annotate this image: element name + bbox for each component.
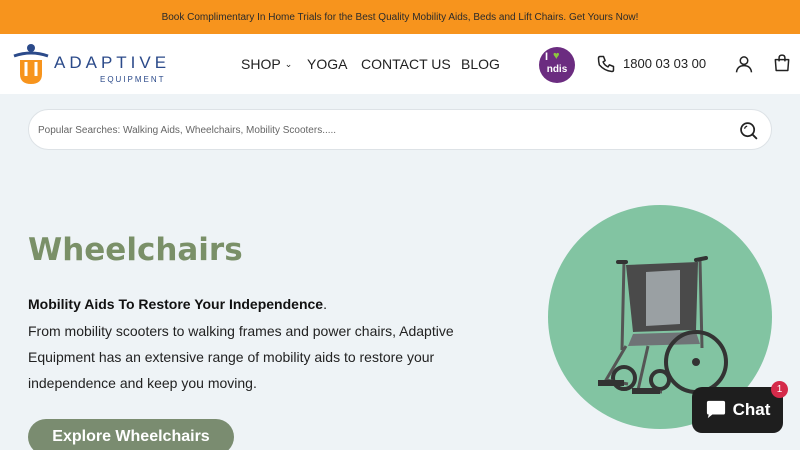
- nav-yoga[interactable]: YOGA: [307, 56, 347, 72]
- account-icon[interactable]: [734, 54, 754, 74]
- nav-contact-us[interactable]: CONTACT US: [361, 56, 451, 72]
- explore-wheelchairs-button[interactable]: Explore Wheelchairs: [28, 419, 234, 450]
- logo-subtitle: EQUIPMENT: [100, 75, 166, 84]
- search-icon[interactable]: [738, 120, 759, 141]
- nav-blog-label: BLOG: [461, 56, 500, 72]
- search-input[interactable]: [38, 120, 718, 140]
- hero-lead-bold: Mobility Aids To Restore Your Independen…: [28, 296, 324, 312]
- wheelchair-icon: [598, 256, 728, 394]
- logo-icon: [13, 44, 49, 84]
- nav-contact-label: CONTACT US: [361, 56, 451, 72]
- nav-blog[interactable]: BLOG: [461, 56, 500, 72]
- logo-wordmark: ADAPTIVE: [54, 53, 171, 72]
- logo[interactable]: ADAPTIVE EQUIPMENT: [12, 42, 192, 88]
- hero-lead: Mobility Aids To Restore Your Independen…: [28, 296, 327, 312]
- nav-shop[interactable]: SHOP ⌄: [241, 56, 292, 72]
- site-header: ADAPTIVE EQUIPMENT SHOP ⌄ YOGA CONTACT U…: [0, 34, 800, 94]
- chat-icon: [706, 400, 725, 419]
- phone-number[interactable]: 1800 03 03 00: [623, 56, 706, 71]
- phone-icon[interactable]: [596, 54, 616, 74]
- heart-icon: ♥: [553, 50, 560, 62]
- hero-description: From mobility scooters to walking frames…: [28, 323, 454, 391]
- nav-yoga-label: YOGA: [307, 56, 348, 72]
- chat-label: Chat: [732, 400, 771, 419]
- chat-button[interactable]: Chat: [692, 387, 783, 433]
- promo-text[interactable]: Book Complimentary In Home Trials for th…: [162, 12, 639, 23]
- promo-bar[interactable]: Book Complimentary In Home Trials for th…: [0, 0, 800, 34]
- ndis-badge[interactable]: I ♥ ndis: [539, 47, 575, 83]
- cart-icon[interactable]: [772, 53, 792, 73]
- ndis-text: ndis: [546, 64, 568, 75]
- hero-lead-end: .: [323, 296, 327, 312]
- search-bar[interactable]: [28, 109, 772, 150]
- nav-shop-label: SHOP: [241, 56, 281, 72]
- ndis-i: I: [545, 51, 549, 63]
- chevron-down-icon: ⌄: [284, 58, 293, 69]
- hero-title: Wheelchairs: [28, 232, 243, 268]
- chat-unread-badge: 1: [771, 381, 788, 398]
